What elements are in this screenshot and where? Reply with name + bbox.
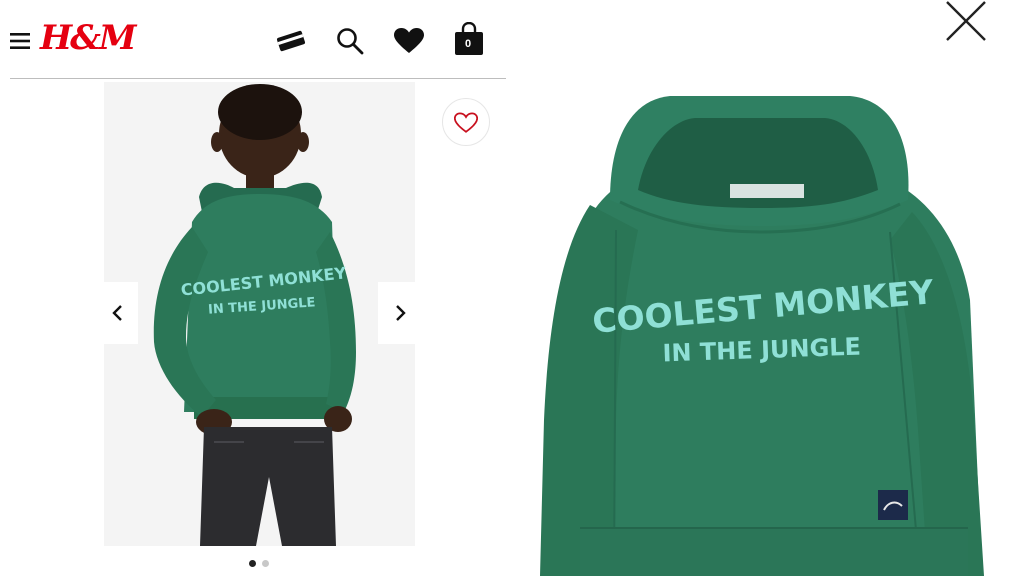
card-icon[interactable] (276, 28, 306, 54)
heart-outline-icon (454, 112, 478, 133)
add-to-wishlist-button[interactable] (442, 98, 490, 146)
gallery-dot-active[interactable] (249, 560, 256, 567)
product-photo-model: COOLEST MONKEY IN THE JUNGLE (104, 82, 415, 546)
search-icon[interactable] (336, 27, 364, 55)
product-page-panel: H&M 0 COOLEST MONKEY IN THE JUNGLE (0, 0, 520, 576)
heart-icon[interactable] (394, 28, 424, 54)
product-zoom-panel: COOLEST MONKEY IN THE JUNGLE (520, 0, 1020, 576)
bag-count-badge: 0 (464, 38, 472, 50)
product-image-gallery[interactable]: COOLEST MONKEY IN THE JUNGLE (104, 82, 415, 546)
menu-icon[interactable] (10, 32, 30, 50)
site-header: H&M 0 (0, 0, 520, 80)
chevron-left-icon (112, 305, 122, 321)
gallery-dot[interactable] (262, 560, 269, 567)
gallery-prev-button[interactable] (98, 282, 138, 344)
product-photo-hoodie: COOLEST MONKEY IN THE JUNGLE (540, 96, 984, 576)
chevron-right-icon (396, 305, 406, 321)
header-divider (10, 78, 506, 79)
brand-logo[interactable]: H&M (40, 18, 136, 58)
gallery-next-button[interactable] (378, 282, 418, 344)
